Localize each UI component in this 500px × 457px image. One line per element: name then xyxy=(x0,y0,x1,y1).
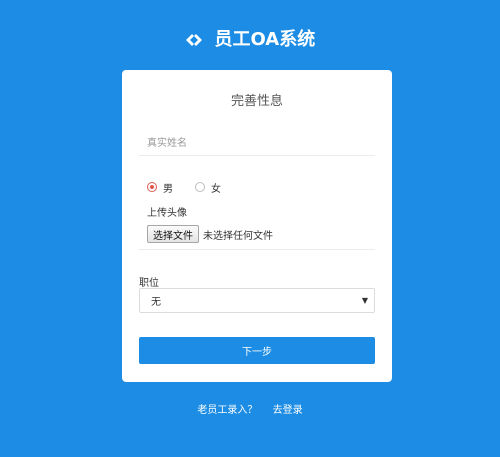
gender-radio-group: 男 女 xyxy=(147,180,243,195)
avatar-upload-label: 上传头像 xyxy=(147,208,187,219)
diamond-link-logo-icon xyxy=(185,33,203,47)
position-selected-value: 无 xyxy=(151,297,161,308)
file-status-text: 未选择任何文件 xyxy=(203,230,273,242)
page: 员工OA系统 完善性息 男 女 上传头像 选择文件 未选择任何文件 职位 无 ▼… xyxy=(0,0,500,457)
divider xyxy=(139,249,375,250)
gender-label-male: 男 xyxy=(163,183,173,195)
form-title: 完善性息 xyxy=(230,94,283,109)
radio-checked-icon[interactable] xyxy=(147,182,157,192)
radio-unchecked-icon[interactable] xyxy=(195,182,205,192)
position-label: 职位 xyxy=(139,278,159,289)
old-employee-link[interactable]: 老员工录入？ xyxy=(197,405,257,416)
app-title: 员工OA系统 xyxy=(214,29,316,50)
next-step-button[interactable]: 下一步 xyxy=(139,337,375,364)
choose-file-button[interactable]: 选择文件 xyxy=(147,225,199,243)
gender-label-female: 女 xyxy=(211,183,221,195)
login-link[interactable]: 去登录 xyxy=(273,405,303,416)
gender-option-male[interactable]: 男 xyxy=(147,180,173,195)
caret-down-icon: ▼ xyxy=(361,296,368,305)
real-name-input[interactable] xyxy=(139,132,375,156)
avatar-file-input: 选择文件 未选择任何文件 xyxy=(147,225,273,243)
app-header: 员工OA系统 xyxy=(0,28,500,52)
profile-form-card: 完善性息 男 女 上传头像 选择文件 未选择任何文件 职位 无 ▼ 下一步 xyxy=(122,70,392,382)
position-select[interactable]: 无 ▼ xyxy=(139,288,375,313)
footer-links: 老员工录入？ 去登录 xyxy=(0,401,500,416)
gender-option-female[interactable]: 女 xyxy=(195,180,221,195)
